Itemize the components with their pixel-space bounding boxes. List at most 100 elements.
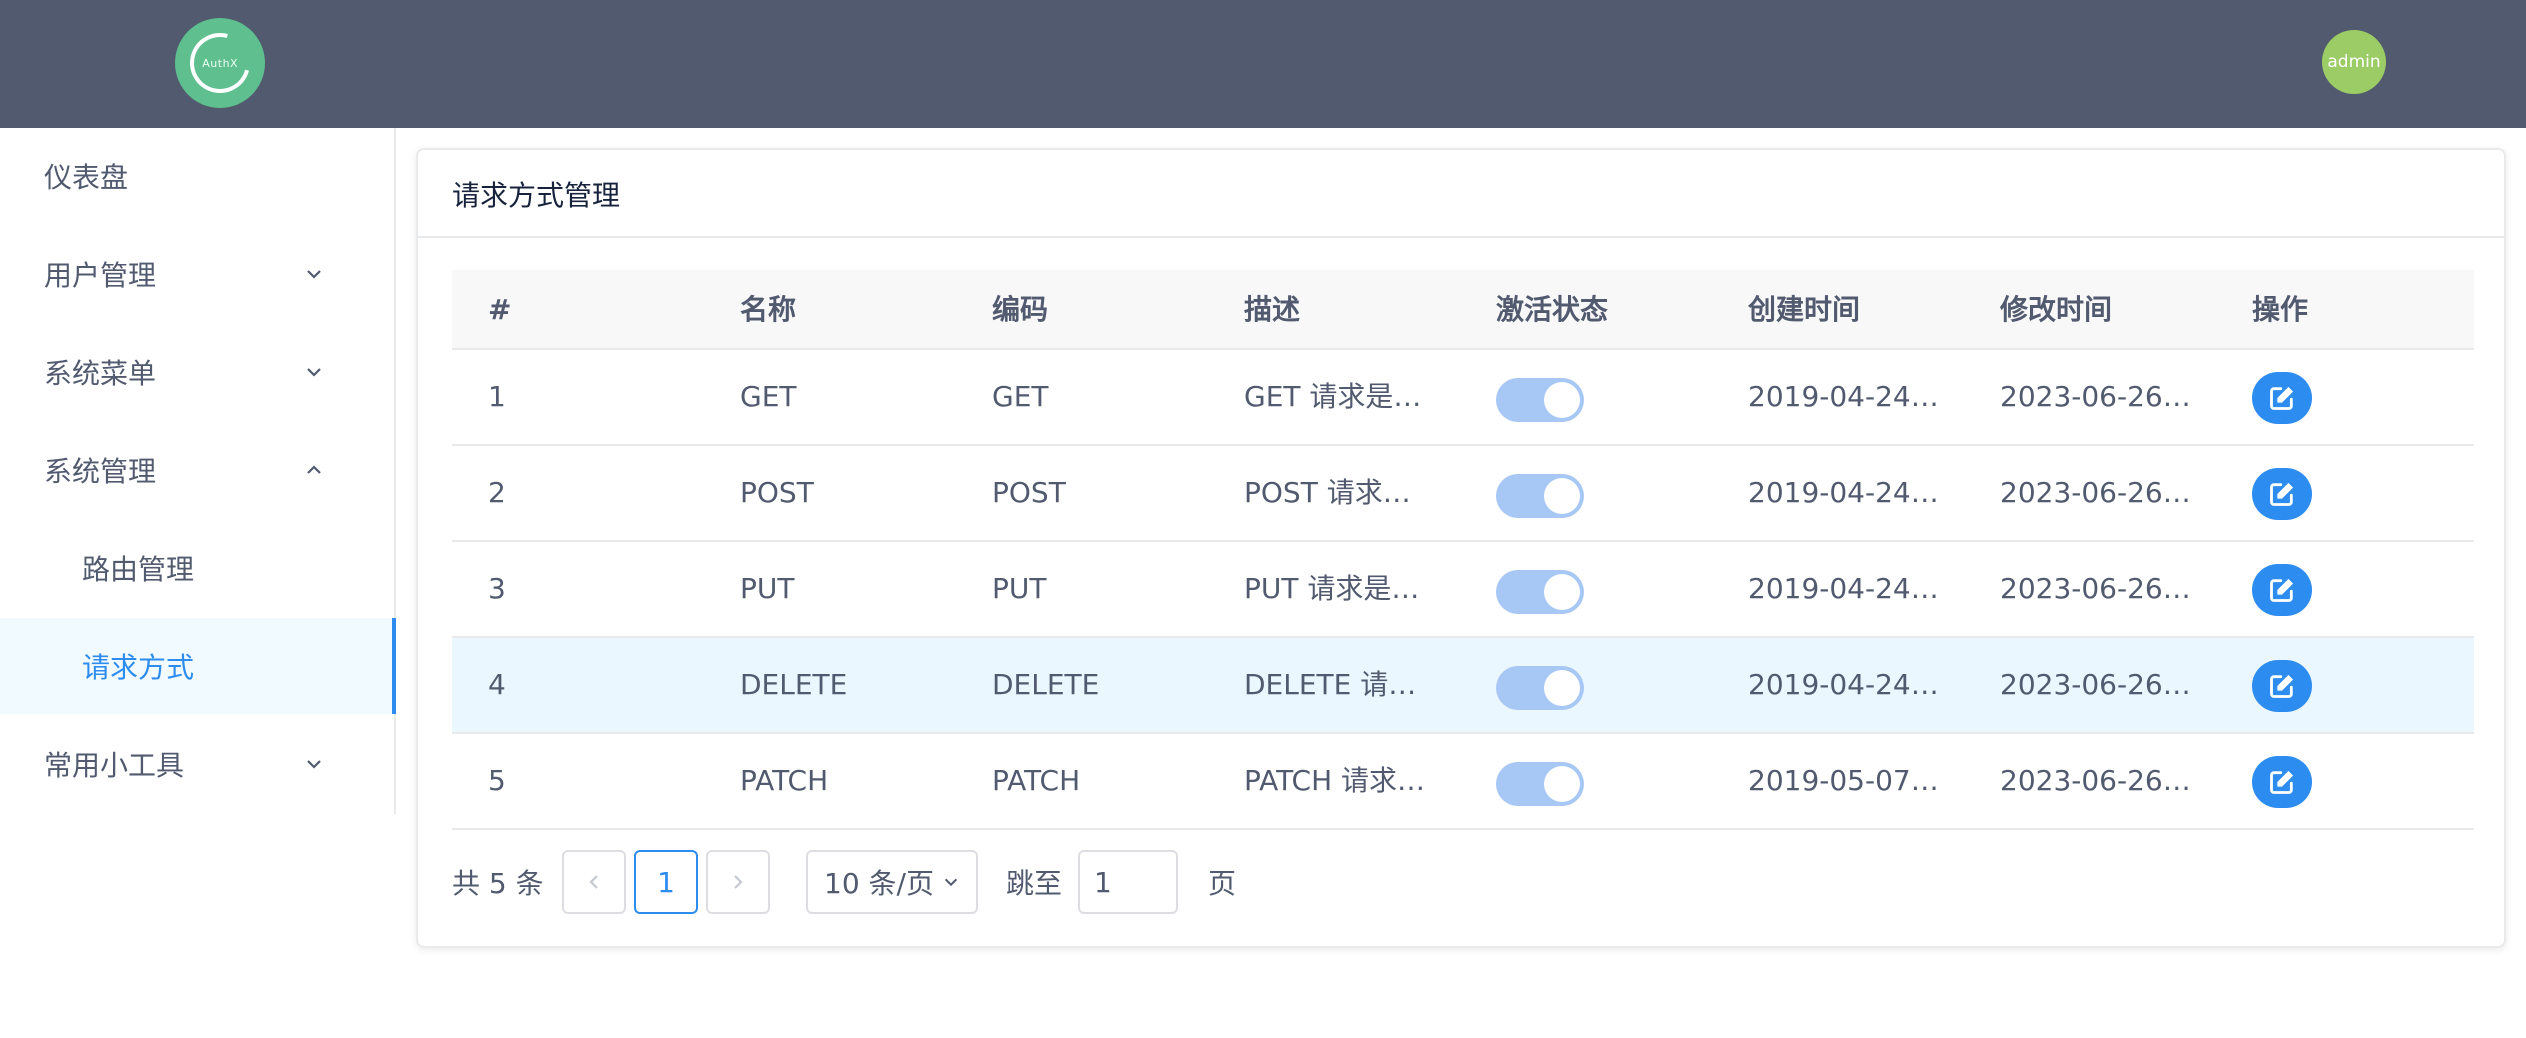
column-header-index: # (488, 293, 512, 326)
chevron-down-icon (307, 368, 321, 377)
sidebar-item-system-menu[interactable]: 系统菜单 (0, 324, 394, 420)
goto-page-input[interactable]: 1 (1078, 850, 1178, 914)
sidebar-item-dashboard[interactable]: 仪表盘 (0, 128, 394, 224)
cell-code: PUT (992, 572, 1047, 605)
cell-created-time: 2019-04-24… (1748, 380, 1939, 413)
edit-icon (2270, 482, 2294, 506)
table-row[interactable]: 2 POST POST POST 请求… 2019-04-24… 2023-06… (452, 446, 2474, 542)
cell-index: 5 (488, 764, 506, 797)
sidebar-item-label: 用户管理 (44, 259, 157, 292)
table-row[interactable]: 1 GET GET GET 请求是… 2019-04-24… 2023-06-2… (452, 350, 2474, 446)
cell-modified-time: 2023-06-26… (2000, 764, 2191, 797)
goto-page-value: 1 (1094, 865, 1112, 899)
current-page-number: 1 (657, 865, 675, 899)
active-status-toggle[interactable] (1496, 762, 1584, 806)
chevron-right-icon (734, 875, 743, 889)
cell-name: PATCH (740, 764, 829, 797)
edit-button[interactable] (2252, 564, 2312, 616)
avatar-text: admin (2327, 52, 2381, 72)
edit-button[interactable] (2252, 660, 2312, 712)
table-header: # 名称 编码 描述 激活状态 创建时间 修改时间 操作 (452, 270, 2474, 350)
request-methods-table: # 名称 编码 描述 激活状态 创建时间 修改时间 操作 1 GET GET G… (452, 270, 2474, 830)
edit-icon (2270, 674, 2294, 698)
table-row[interactable]: 5 PATCH PATCH PATCH 请求… 2019-05-07… 2023… (452, 734, 2474, 830)
table-row[interactable]: 3 PUT PUT PUT 请求是… 2019-04-24… 2023-06-2… (452, 542, 2474, 638)
cell-modified-time: 2023-06-26… (2000, 380, 2191, 413)
pagination: 共 5 条 1 10 条/页 跳至 1 页 (452, 850, 1452, 914)
edit-button[interactable] (2252, 372, 2312, 424)
cell-code: DELETE (992, 668, 1100, 701)
column-header-active-status: 激活状态 (1496, 293, 1609, 326)
cell-code: PATCH (992, 764, 1081, 797)
column-header-created-time: 创建时间 (1748, 293, 1861, 326)
pagination-total: 共 5 条 (452, 867, 544, 900)
sidebar-item-label: 系统管理 (44, 455, 157, 488)
column-header-name: 名称 (740, 293, 797, 326)
edit-icon (2270, 386, 2294, 410)
page-size-select[interactable]: 10 条/页 (806, 850, 978, 914)
column-header-code: 编码 (992, 293, 1049, 326)
cell-description: PATCH 请求… (1244, 764, 1426, 797)
cell-description: GET 请求是… (1244, 380, 1422, 413)
sidebar-item-system-management[interactable]: 系统管理 (0, 422, 394, 518)
cell-created-time: 2019-04-24… (1748, 572, 1939, 605)
sidebar-item-tools[interactable]: 常用小工具 (0, 716, 394, 812)
toggle-knob (1544, 478, 1580, 514)
page-size-value: 10 条/页 (824, 867, 934, 900)
cell-modified-time: 2023-06-26… (2000, 668, 2191, 701)
logo-text: AuthX (202, 56, 238, 70)
next-page-button[interactable] (706, 850, 770, 914)
active-status-toggle[interactable] (1496, 474, 1584, 518)
active-status-toggle[interactable] (1496, 570, 1584, 614)
cell-index: 1 (488, 380, 506, 413)
active-status-toggle[interactable] (1496, 378, 1584, 422)
sidebar-item-label: 常用小工具 (44, 749, 185, 782)
cell-index: 2 (488, 476, 506, 509)
cell-code: GET (992, 380, 1049, 413)
chevron-down-icon (307, 270, 321, 279)
page-suffix-label: 页 (1208, 867, 1237, 900)
edit-icon (2270, 770, 2294, 794)
sidebar-item-label: 仪表盘 (44, 161, 129, 194)
prev-page-button[interactable] (562, 850, 626, 914)
sidebar-item-request-methods[interactable]: 请求方式 (0, 618, 396, 714)
app-logo[interactable]: AuthX (175, 18, 265, 108)
sidebar-item-route-management[interactable]: 路由管理 (0, 520, 394, 616)
cell-name: PUT (740, 572, 795, 605)
cell-name: DELETE (740, 668, 848, 701)
toggle-knob (1544, 574, 1580, 610)
sidebar-item-label: 系统菜单 (44, 357, 157, 390)
sidebar-item-label: 路由管理 (82, 553, 195, 586)
cell-code: POST (992, 476, 1066, 509)
logo-ring-icon: AuthX (179, 22, 261, 104)
cell-created-time: 2019-05-07… (1748, 764, 1939, 797)
top-header: AuthX admin (0, 0, 2526, 128)
edit-button[interactable] (2252, 756, 2312, 808)
table-row[interactable]: 4 DELETE DELETE DELETE 请… 2019-04-24… 20… (452, 638, 2474, 734)
active-status-toggle[interactable] (1496, 666, 1584, 710)
edit-button[interactable] (2252, 468, 2312, 520)
user-avatar[interactable]: admin (2322, 30, 2386, 94)
page-title: 请求方式管理 (452, 179, 621, 212)
sidebar-item-user-management[interactable]: 用户管理 (0, 226, 394, 322)
cell-modified-time: 2023-06-26… (2000, 572, 2191, 605)
cell-description: POST 请求… (1244, 476, 1411, 509)
cell-name: POST (740, 476, 814, 509)
page-button-current[interactable]: 1 (634, 850, 698, 914)
chevron-left-icon (589, 875, 598, 889)
sidebar: 仪表盘 用户管理 系统菜单 系统管理 路由管理 请求方式 常用小工具 (0, 128, 396, 814)
cell-created-time: 2019-04-24… (1748, 668, 1939, 701)
toggle-knob (1544, 766, 1580, 802)
cell-name: GET (740, 380, 797, 413)
chevron-down-icon (944, 878, 958, 887)
edit-icon (2270, 578, 2294, 602)
column-header-modified-time: 修改时间 (2000, 293, 2113, 326)
chevron-up-icon (307, 465, 321, 474)
cell-created-time: 2019-04-24… (1748, 476, 1939, 509)
sidebar-item-label: 请求方式 (82, 651, 195, 684)
chevron-down-icon (307, 760, 321, 769)
cell-index: 4 (488, 668, 506, 701)
toggle-knob (1544, 382, 1580, 418)
content-card: 请求方式管理 # 名称 编码 描述 激活状态 创建时间 修改时间 操作 1 GE… (416, 148, 2506, 948)
cell-index: 3 (488, 572, 506, 605)
